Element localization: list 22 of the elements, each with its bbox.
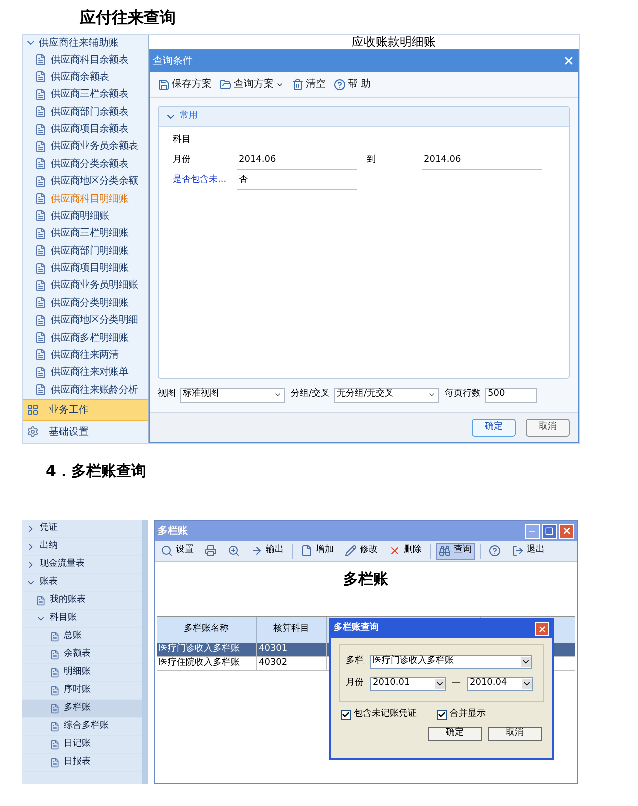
checkbox-label: 合并显示 <box>450 708 486 721</box>
section-heading: 应付往来查询 <box>80 7 176 29</box>
table-cell: 医疗门诊收入多栏账 <box>157 643 257 656</box>
table-cell: 医疗住院收入多栏账 <box>157 657 257 670</box>
field-label: 月份 <box>173 154 192 168</box>
field-label: 多栏 <box>346 655 365 668</box>
table-cell: 40301 <box>257 643 327 656</box>
table-cell: 40302 <box>257 657 327 670</box>
section-heading: 4．多栏账查询 <box>46 460 146 482</box>
option-label: 每页行数 <box>445 388 482 402</box>
report-title: 应收账款明细账 <box>352 36 436 48</box>
option-label: 视图 <box>158 388 176 402</box>
field-label: 到 <box>366 154 377 168</box>
field-label: 科目 <box>173 134 192 148</box>
window-title: 多栏账 <box>158 524 188 538</box>
dialog-title: 多栏账查询 <box>334 622 379 636</box>
range-separator: — <box>451 677 462 690</box>
report-title: 多栏账 <box>344 569 388 590</box>
checkbox-label: 包含未记账凭证 <box>354 708 417 721</box>
field-label: 月份 <box>346 677 365 690</box>
dialog-title: 查询条件 <box>153 54 193 68</box>
option-label: 分组/交叉 <box>291 388 330 402</box>
